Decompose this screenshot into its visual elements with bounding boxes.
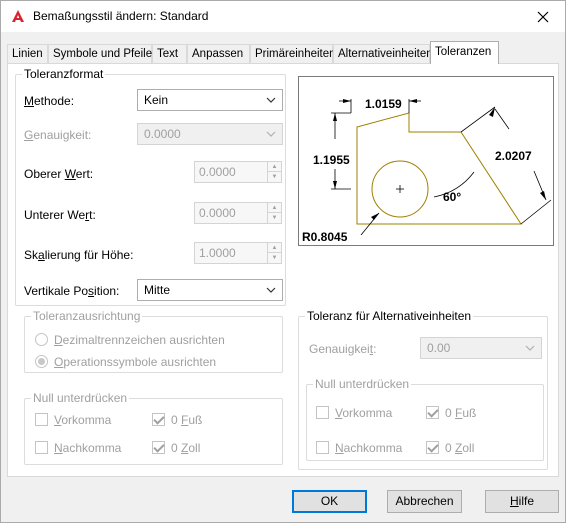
upper-value-spinner[interactable]: 0.0000 ▲ ▼ [194,161,282,183]
tolerance-alignment-legend: Toleranzausrichtung [31,309,143,323]
scale-height-value: 1.0000 [199,246,236,260]
zero-inches-label: 0 Zoll [171,441,201,455]
align-decimal-label: Dezimaltrennzeichen ausrichten [54,333,225,347]
tolerance-format-legend: Toleranzformat [22,67,106,81]
scale-height-label: Skalierung für Höhe: [24,248,134,262]
preview-angle: 60° [443,190,462,204]
zero-suppression-legend-left: Null unterdrücken [31,391,130,405]
leading-zero-checkbox[interactable] [35,413,48,426]
align-operational-radio[interactable] [35,355,48,368]
zero-feet-checkbox[interactable] [152,413,165,426]
scale-height-spinner[interactable]: 1.0000 ▲ ▼ [194,242,282,264]
method-label: Methode: [24,94,75,108]
vertical-position-label: Vertikale Position: [24,284,120,298]
tab-primaereinheiten[interactable]: Primäreinheiten [250,44,336,64]
chevron-down-icon [266,97,276,103]
alt-precision-label: Genauigkeit: [309,342,377,356]
vertical-position-select[interactable]: Mitte [137,279,283,301]
alt-precision-value: 0.00 [427,341,451,355]
dimension-preview: 1.0159 1.1955 2.0207 60° R0.8045 [298,76,554,246]
preview-dim-left: 1.1955 [313,153,350,167]
zero-suppression-legend-right: Null unterdrücken [313,377,412,391]
precision-select[interactable]: 0.0000 [137,123,283,145]
alt-trailing-zero-checkbox[interactable] [316,441,329,454]
alt-zero-feet-label: 0 Fuß [445,406,477,420]
upper-value: 0.0000 [199,165,236,179]
alt-tolerance-legend: Toleranz für Alternativeinheiten [305,309,474,323]
tab-anpassen[interactable]: Anpassen [187,44,250,64]
alt-trailing-zero-label: Nachkomma [335,441,403,455]
spin-down-icon[interactable]: ▼ [268,213,281,223]
upper-spin-buttons: ▲ ▼ [267,162,281,182]
tab-toleranzen[interactable]: Toleranzen [430,41,499,64]
tab-text[interactable]: Text [152,44,187,64]
cancel-button[interactable]: Abbrechen [387,490,462,513]
zero-feet-label: 0 Fuß [171,413,203,427]
tab-symbole-und-pfeile[interactable]: Symbole und Pfeile [48,44,152,64]
lower-value-spinner[interactable]: 0.0000 ▲ ▼ [194,202,282,224]
ok-button[interactable]: OK [292,490,367,513]
trailing-zero-checkbox[interactable] [35,441,48,454]
tab-linien[interactable]: Linien [7,44,48,64]
alt-leading-zero-label: Vorkomma [335,406,393,420]
vertical-position-value: Mitte [144,283,171,297]
spin-up-icon[interactable]: ▲ [268,243,281,253]
precision-value: 0.0000 [144,127,181,141]
alt-zero-inches-label: 0 Zoll [445,441,475,455]
method-value: Kein [144,93,169,107]
help-button[interactable]: Hilfe [485,490,559,513]
chevron-down-icon [525,345,535,351]
autocad-app-icon [10,8,26,24]
lower-value-label: Unterer Wert: [24,208,96,222]
spin-down-icon[interactable]: ▼ [268,253,281,263]
chevron-down-icon [266,131,276,137]
method-select[interactable]: Kein [137,89,283,111]
close-button[interactable] [520,1,565,32]
chevron-down-icon [266,287,276,293]
preview-dim-right: 2.0207 [495,149,532,163]
spin-down-icon[interactable]: ▼ [268,172,281,182]
zero-inches-checkbox[interactable] [152,441,165,454]
preview-dim-top: 1.0159 [365,97,402,111]
alt-leading-zero-checkbox[interactable] [316,406,329,419]
alt-zero-feet-checkbox[interactable] [426,406,439,419]
align-decimal-radio[interactable] [35,333,48,346]
preview-radius: R0.8045 [302,230,348,244]
alt-zero-inches-checkbox[interactable] [426,441,439,454]
close-icon [537,11,548,23]
spin-up-icon[interactable]: ▲ [268,162,281,172]
precision-label: Genauigkeit: [24,128,92,142]
spin-up-icon[interactable]: ▲ [268,203,281,213]
lower-value: 0.0000 [199,206,236,220]
tab-panel-toleranzen: Toleranzformat Methode: Kein Genauigkeit… [7,63,559,477]
lower-spin-buttons: ▲ ▼ [267,203,281,223]
align-operational-label: Operationssymbole ausrichten [54,355,217,369]
title-bar: Bemaßungsstil ändern: Standard [1,1,565,32]
window-title: Bemaßungsstil ändern: Standard [33,9,209,23]
tab-alternativeinheiten[interactable]: Alternativeinheiten [333,44,433,64]
dialog-window: Bemaßungsstil ändern: Standard Linien Sy… [0,0,566,523]
trailing-zero-label: Nachkomma [54,441,122,455]
scale-spin-buttons: ▲ ▼ [267,243,281,263]
upper-value-label: Oberer Wert: [24,167,94,181]
leading-zero-label: Vorkomma [54,413,112,427]
alt-precision-select[interactable]: 0.00 [420,337,542,359]
